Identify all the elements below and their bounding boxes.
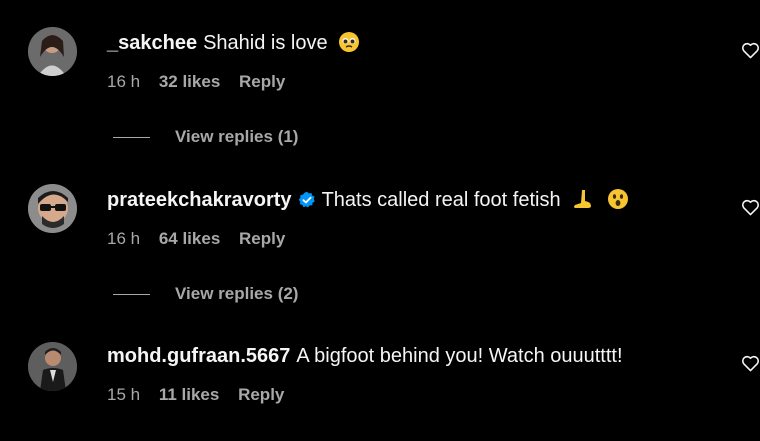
reply-button[interactable]: Reply — [239, 229, 285, 248]
comment-likes[interactable]: 32 likes — [159, 72, 220, 91]
avatar[interactable] — [28, 184, 77, 233]
comment-time: 16 h — [107, 72, 141, 91]
verified-badge-icon — [298, 190, 316, 216]
comment-meta: 15 h 11 likes Reply — [107, 385, 298, 405]
astonished-face-emoji — [607, 188, 629, 217]
heart-icon[interactable] — [741, 198, 760, 221]
view-replies-label: View replies (2) — [175, 284, 299, 303]
avatar[interactable] — [28, 27, 77, 76]
heart-icon[interactable] — [741, 354, 760, 377]
comment-text: Thats called real foot fetish — [321, 189, 561, 211]
comment-time: 16 h — [107, 229, 141, 248]
comment-text: Shahid is love — [203, 32, 328, 54]
view-replies-button[interactable]: View replies (1) — [113, 127, 298, 147]
comment-body: _sakchee Shahid is love — [107, 30, 360, 60]
view-replies-divider — [113, 137, 150, 139]
comment-item: _sakchee Shahid is love 16 h 32 likes Rep… — [0, 0, 760, 100]
comment-likes[interactable]: 64 likes — [159, 229, 220, 248]
comment-item: mohd.gufraan.5667 A bigfoot behind you! W… — [0, 313, 760, 413]
comment-body: prateekchakravorty Thats called real foo… — [107, 187, 629, 217]
comment-item: prateekchakravorty Thats called real foo… — [0, 157, 760, 257]
pleading-face-emoji — [338, 31, 360, 60]
view-replies-label: View replies (1) — [175, 127, 299, 146]
avatar[interactable] — [28, 342, 77, 391]
comment-username[interactable]: mohd.gufraan.5667 — [107, 345, 290, 367]
view-replies-button[interactable]: View replies (2) — [113, 284, 298, 304]
comment-meta: 16 h 64 likes Reply — [107, 229, 299, 249]
view-replies-divider — [113, 294, 150, 296]
comment-text: A bigfoot behind you! Watch ouuutttt! — [296, 345, 623, 367]
comment-meta: 16 h 32 likes Reply — [107, 72, 299, 92]
comment-time: 15 h — [107, 385, 141, 404]
comment-likes[interactable]: 11 likes — [159, 385, 220, 404]
reply-button[interactable]: Reply — [239, 72, 285, 91]
heart-icon[interactable] — [741, 41, 760, 64]
comment-username[interactable]: prateekchakravorty — [107, 189, 292, 211]
foot-emoji — [571, 188, 593, 217]
comment-username[interactable]: _sakchee — [107, 32, 197, 54]
comment-body: mohd.gufraan.5667 A bigfoot behind you! W… — [107, 343, 623, 369]
reply-button[interactable]: Reply — [238, 385, 284, 404]
